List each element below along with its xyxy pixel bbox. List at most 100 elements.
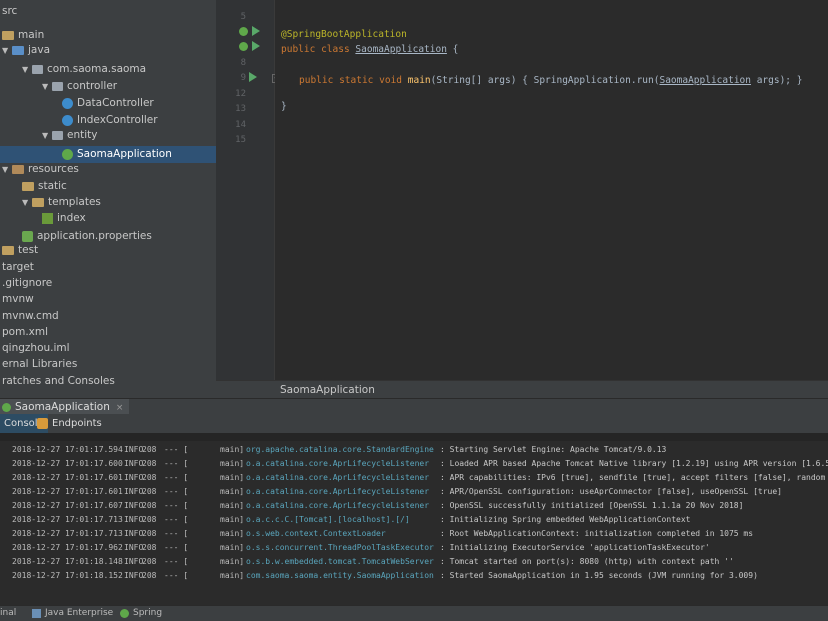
expand-arrow-icon[interactable]: ▼	[42, 127, 52, 144]
tree-item[interactable]: DataController	[0, 95, 216, 112]
class-name-token[interactable]: SaomaApplication	[355, 44, 447, 55]
log-timestamp: 2018-12-27 17:01:17.713	[12, 529, 123, 538]
tail-token: args); }	[750, 75, 803, 86]
spring-tab[interactable]: Spring	[133, 608, 162, 618]
tree-item[interactable]: .gitignore	[0, 275, 216, 292]
tree-item[interactable]: ▼ java	[0, 42, 216, 59]
expand-arrow-icon[interactable]: ▼	[2, 42, 12, 59]
tree-item-label: application.properties	[37, 230, 152, 242]
folder-icon	[2, 30, 14, 40]
log-message: : OpenSSL successfully initialized [Open…	[440, 501, 744, 510]
log-timestamp: 2018-12-27 17:01:17.607	[12, 501, 123, 510]
properties-file-icon	[22, 230, 33, 242]
log-line: 2018-12-27 17:01:17.594INFO208 --- [main]…	[12, 443, 666, 457]
line-number: 15	[235, 135, 246, 145]
html-file-icon	[42, 212, 53, 224]
log-timestamp: 2018-12-27 17:01:17.594	[12, 445, 123, 454]
log-line: 2018-12-27 17:01:17.607INFO208 --- [main]…	[12, 499, 743, 513]
log-level: INFO	[124, 459, 144, 468]
tree-item[interactable]: ▼ resources	[0, 161, 216, 178]
run-gutter-icon[interactable]	[249, 72, 257, 82]
log-message: : APR capabilities: IPv6 [true], sendfil…	[440, 473, 828, 482]
log-thread: main]	[220, 501, 245, 510]
expand-arrow-icon[interactable]: ▼	[2, 161, 12, 178]
run-tab-label: SaomaApplication	[15, 401, 110, 413]
expand-arrow-icon[interactable]: ▼	[42, 78, 52, 95]
run-gutter-icon[interactable]	[252, 26, 260, 36]
code-editor[interactable]: @SpringBootApplication public class Saom…	[275, 0, 828, 380]
log-pid: 208	[142, 571, 157, 580]
tree-item-label: java	[28, 44, 50, 56]
log-pid: 208	[142, 459, 157, 468]
log-logger: o.s.b.w.embedded.tomcat.TomcatWebServer	[246, 557, 434, 566]
folder-icon	[22, 181, 34, 191]
java-enterprise-tab[interactable]: Java Enterprise	[45, 608, 113, 618]
console-output[interactable]: 2018-12-27 17:01:17.594INFO208 --- [main]…	[0, 433, 828, 605]
log-level: INFO	[124, 473, 144, 482]
run-tool-window-header: SaomaApplication ×	[0, 398, 828, 415]
brace-token: {	[452, 44, 459, 55]
close-icon[interactable]: ×	[116, 403, 124, 413]
log-timestamp: 2018-12-27 17:01:18.152	[12, 571, 123, 580]
log-line: 2018-12-27 17:01:18.148INFO208 --- [main]…	[12, 555, 734, 569]
log-thread: main]	[220, 543, 245, 552]
breadcrumb[interactable]: SaomaApplication	[280, 384, 375, 396]
tree-item[interactable]: ernal Libraries	[0, 356, 216, 373]
tree-item-label: SaomaApplication	[77, 148, 172, 160]
spring-bean-icon[interactable]	[239, 27, 248, 36]
log-separator: --- [	[164, 557, 189, 566]
folder-icon	[2, 245, 14, 255]
annotation-token: @SpringBootApplication	[281, 29, 407, 40]
log-line: 2018-12-27 17:01:17.600INFO208 --- [ main]…	[12, 457, 828, 471]
log-separator: --- [	[164, 543, 189, 552]
tree-item[interactable]: static	[0, 178, 216, 195]
tree-item[interactable]: ratches and Consoles	[0, 373, 216, 390]
log-thread: main]	[220, 459, 245, 468]
line-number: 9	[240, 73, 246, 83]
tree-item[interactable]: src	[0, 3, 216, 20]
expand-arrow-icon[interactable]: ▼	[22, 194, 32, 211]
tree-item[interactable]: test	[0, 242, 216, 259]
folder-icon	[32, 197, 44, 207]
log-line: 2018-12-27 17:01:17.601INFO208 --- [main]…	[12, 485, 782, 499]
tab-endpoints[interactable]: Endpoints	[52, 414, 102, 433]
tree-item[interactable]: ▼ controller	[0, 78, 216, 95]
log-message: : APR/OpenSSL configuration: useAprConne…	[440, 487, 782, 496]
tree-item[interactable]: mvnw.cmd	[0, 308, 216, 325]
expand-arrow-icon[interactable]: ▼	[22, 61, 32, 78]
class-ref-token[interactable]: SaomaApplication	[659, 75, 751, 86]
tree-item[interactable]: ▼ templates	[0, 194, 216, 211]
class-icon	[62, 114, 73, 126]
log-line: 2018-12-27 17:01:17.713INFO208 --- [main]…	[12, 527, 753, 541]
log-separator: --- [	[164, 515, 189, 524]
log-separator: --- [	[164, 459, 189, 468]
code-line-annotation: @SpringBootApplication	[281, 29, 407, 40]
log-level: INFO	[124, 445, 144, 454]
log-separator: --- [	[164, 473, 189, 482]
log-timestamp: 2018-12-27 17:01:17.600	[12, 459, 123, 468]
tree-item[interactable]: qingzhou.iml	[0, 340, 216, 357]
keyword-token: class	[321, 44, 350, 55]
tree-item[interactable]: mvnw	[0, 291, 216, 308]
tree-item-label: src	[2, 5, 18, 17]
package-icon	[32, 64, 43, 74]
terminal-tab[interactable]: inal	[0, 608, 16, 618]
run-gutter-icon[interactable]	[252, 41, 260, 51]
tree-item[interactable]: index	[0, 210, 216, 227]
log-message: : Initializing Spring embedded WebApplic…	[440, 515, 691, 524]
run-config-tab[interactable]: SaomaApplication ×	[0, 399, 130, 415]
tree-item-label: controller	[67, 80, 118, 92]
log-level: INFO	[124, 487, 144, 496]
endpoints-icon	[37, 418, 48, 429]
tree-item[interactable]: pom.xml	[0, 324, 216, 341]
log-logger: o.s.web.context.ContextLoader	[246, 529, 386, 538]
tree-item[interactable]: ▼ entity	[0, 127, 216, 144]
class-icon	[62, 97, 73, 109]
spring-bean-icon[interactable]	[239, 42, 248, 51]
tree-item[interactable]: ▼ com.saoma.saoma	[0, 61, 216, 78]
log-separator: --- [	[164, 529, 189, 538]
tree-item[interactable]: target	[0, 259, 216, 276]
log-message: : Root WebApplicationContext: initializa…	[440, 529, 754, 538]
tree-item-label: index	[57, 212, 86, 224]
tree-item-label: ratches and Consoles	[2, 375, 115, 387]
